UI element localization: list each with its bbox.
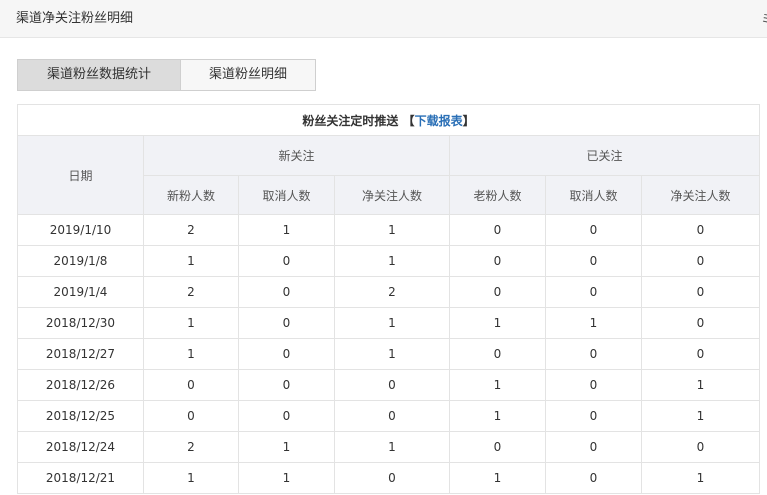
cell-old-fans: 0: [449, 214, 546, 246]
cell-old-net: 0: [641, 245, 760, 277]
table-row: 2018/12/21 1 1 0 1 0 1: [17, 462, 760, 494]
table-row: 2019/1/10 2 1 1 0 0 0: [17, 214, 760, 246]
cell-new-fans: 2: [143, 214, 239, 246]
cell-new-fans: 0: [143, 400, 239, 432]
cell-new-net: 1: [334, 214, 450, 246]
cell-old-net: 0: [641, 276, 760, 308]
cell-new-fans: 1: [143, 245, 239, 277]
cell-new-net: 1: [334, 431, 450, 463]
header-new-net: 净关注人数: [334, 175, 450, 215]
tab-bar: 渠道粉丝数据统计 渠道粉丝明细: [17, 59, 316, 91]
cell-old-fans: 0: [449, 245, 546, 277]
cell-new-cancel: 1: [238, 431, 335, 463]
cell-new-fans: 2: [143, 276, 239, 308]
cell-new-cancel: 0: [238, 307, 335, 339]
table-row: 2019/1/4 2 0 2 0 0 0: [17, 276, 760, 308]
cell-new-fans: 0: [143, 369, 239, 401]
header-existing-follow: 已关注: [449, 135, 760, 176]
cell-date: 2018/12/24: [17, 431, 144, 463]
cell-old-cancel: 0: [545, 276, 642, 308]
cell-old-fans: 1: [449, 400, 546, 432]
caption-bracket-close: 】: [462, 113, 475, 128]
download-report-link[interactable]: 下载报表: [415, 114, 463, 128]
table-row: 2018/12/30 1 0 1 1 1 0: [17, 307, 760, 339]
cell-old-fans: 0: [449, 431, 546, 463]
header-new-follow: 新关注: [143, 135, 450, 176]
edge-glyph: ミ: [761, 0, 767, 38]
cell-old-net: 0: [641, 431, 760, 463]
cell-old-net: 0: [641, 338, 760, 370]
cell-old-fans: 0: [449, 338, 546, 370]
cell-new-fans: 2: [143, 431, 239, 463]
cell-old-net: 0: [641, 214, 760, 246]
cell-old-fans: 1: [449, 369, 546, 401]
table-row: 2018/12/24 2 1 1 0 0 0: [17, 431, 760, 463]
caption-text: 粉丝关注定时推送: [302, 113, 399, 128]
header-old-cancel: 取消人数: [545, 175, 642, 215]
group-header-row: 日期 新关注 已关注: [17, 135, 760, 215]
cell-date: 2018/12/26: [17, 369, 144, 401]
cell-old-cancel: 0: [545, 462, 642, 494]
cell-new-cancel: 0: [238, 369, 335, 401]
table-caption-row: 粉丝关注定时推送 【下载报表】: [17, 104, 760, 136]
cell-old-cancel: 0: [545, 431, 642, 463]
header-date: 日期: [17, 135, 144, 215]
cell-new-cancel: 0: [238, 338, 335, 370]
cell-new-cancel: 0: [238, 400, 335, 432]
cell-new-fans: 1: [143, 307, 239, 339]
caption-bracket-open: 【: [402, 113, 415, 128]
cell-date: 2019/1/4: [17, 276, 144, 308]
cell-date: 2019/1/10: [17, 214, 144, 246]
cell-new-net: 0: [334, 462, 450, 494]
cell-date: 2018/12/25: [17, 400, 144, 432]
header-new-fans: 新粉人数: [143, 175, 239, 215]
cell-date: 2018/12/21: [17, 462, 144, 494]
cell-old-cancel: 0: [545, 369, 642, 401]
table-row: 2019/1/8 1 0 1 0 0 0: [17, 245, 760, 277]
cell-old-net: 1: [641, 369, 760, 401]
cell-old-net: 1: [641, 400, 760, 432]
tab-channel-stats[interactable]: 渠道粉丝数据统计: [17, 59, 181, 91]
cell-new-cancel: 1: [238, 214, 335, 246]
cell-old-cancel: 0: [545, 214, 642, 246]
header-old-net: 净关注人数: [641, 175, 760, 215]
cell-old-net: 0: [641, 307, 760, 339]
cell-new-fans: 1: [143, 462, 239, 494]
fans-table: 粉丝关注定时推送 【下载报表】 日期 新关注 已关注 新粉人数 取消人数 净关注…: [17, 104, 760, 494]
fans-table-container: 粉丝关注定时推送 【下载报表】 日期 新关注 已关注 新粉人数 取消人数 净关注…: [17, 104, 760, 494]
cell-new-net: 1: [334, 307, 450, 339]
cell-new-net: 1: [334, 338, 450, 370]
cell-old-fans: 1: [449, 462, 546, 494]
cell-date: 2018/12/30: [17, 307, 144, 339]
cell-date: 2019/1/8: [17, 245, 144, 277]
table-row: 2018/12/26 0 0 0 1 0 1: [17, 369, 760, 401]
cell-old-cancel: 0: [545, 400, 642, 432]
cell-new-net: 0: [334, 400, 450, 432]
cell-new-cancel: 1: [238, 462, 335, 494]
cell-date: 2018/12/27: [17, 338, 144, 370]
table-body: 2019/1/10 2 1 1 0 0 0 2019/1/8 1 0 1 0 0 0 2019/1/4 2 0 2…: [17, 214, 760, 494]
cell-old-fans: 1: [449, 307, 546, 339]
cell-new-net: 2: [334, 276, 450, 308]
page-title: 渠道净关注粉丝明细: [16, 11, 134, 26]
tab-channel-details[interactable]: 渠道粉丝明细: [181, 59, 316, 91]
cell-old-cancel: 0: [545, 245, 642, 277]
header-new-cancel: 取消人数: [238, 175, 335, 215]
cell-old-cancel: 1: [545, 307, 642, 339]
cell-new-net: 0: [334, 369, 450, 401]
table-row: 2018/12/27 1 0 1 0 0 0: [17, 338, 760, 370]
header-old-fans: 老粉人数: [449, 175, 546, 215]
cell-new-cancel: 0: [238, 276, 335, 308]
cell-new-fans: 1: [143, 338, 239, 370]
cell-old-fans: 0: [449, 276, 546, 308]
table-caption: 粉丝关注定时推送 【下载报表】: [17, 104, 760, 136]
top-bar: 渠道净关注粉丝明细 ミ: [0, 0, 767, 38]
cell-old-net: 1: [641, 462, 760, 494]
table-row: 2018/12/25 0 0 0 1 0 1: [17, 400, 760, 432]
cell-new-net: 1: [334, 245, 450, 277]
cell-old-cancel: 0: [545, 338, 642, 370]
cell-new-cancel: 0: [238, 245, 335, 277]
